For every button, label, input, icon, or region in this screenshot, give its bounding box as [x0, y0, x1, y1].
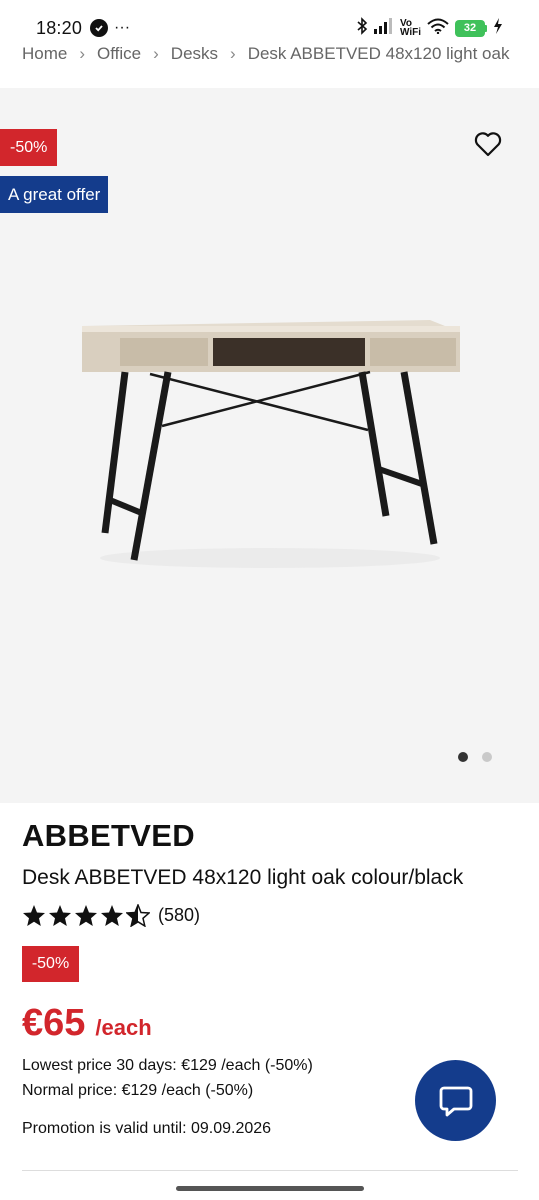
vowifi-indicator: Vo WiFi — [399, 19, 421, 38]
breadcrumb-separator: › — [79, 44, 86, 63]
favorite-button[interactable] — [470, 126, 506, 162]
product-brand: ABBETVED — [22, 818, 195, 853]
check-circle-icon — [90, 19, 109, 37]
star-icon — [23, 905, 45, 926]
battery-indicator: 32 — [455, 19, 487, 37]
bluetooth-icon — [356, 16, 368, 40]
divider — [22, 1170, 518, 1171]
rating-count[interactable]: (580) — [158, 905, 200, 926]
star-icon — [101, 905, 123, 926]
gallery-pagination[interactable] — [458, 752, 492, 762]
product-description: Desk ABBETVED 48x120 light oak colour/bl… — [22, 866, 464, 889]
gallery-dot-active[interactable] — [458, 752, 468, 762]
price-amount: €65 — [22, 1002, 86, 1044]
battery-level: 32 — [455, 19, 485, 37]
gallery-dot[interactable] — [482, 752, 492, 762]
breadcrumb-separator: › — [230, 44, 236, 63]
breadcrumb-home[interactable]: Home — [22, 44, 67, 64]
chat-button[interactable] — [415, 1060, 496, 1141]
promotion-validity: Promotion is valid until: 09.09.2026 — [22, 1120, 272, 1137]
star-icon — [49, 905, 71, 926]
breadcrumb-office[interactable]: Office — [97, 44, 141, 64]
star-half-icon — [126, 904, 150, 927]
rating[interactable]: (580) — [22, 904, 200, 927]
price-unit: /each — [95, 1015, 152, 1040]
price: €65 /each — [22, 1002, 152, 1045]
lowest-price-30-days: Lowest price 30 days: €129 /each (-50%) — [22, 1057, 313, 1074]
product-gallery[interactable]: -50% A great offer — [0, 88, 539, 803]
breadcrumb-current: Desk ABBETVED 48x120 light oak — [247, 44, 510, 63]
breadcrumb-desks[interactable]: Desks — [171, 44, 218, 64]
breadcrumb-separator: › — [153, 44, 159, 63]
home-indicator[interactable] — [176, 1186, 364, 1191]
vowifi-bottom: WiFi — [399, 27, 421, 38]
star-icon — [75, 905, 97, 926]
product-image — [82, 320, 460, 568]
star-rating — [22, 904, 150, 927]
discount-badge: -50% — [0, 129, 58, 166]
status-time: 18:20 — [36, 17, 83, 38]
wifi-icon — [427, 18, 449, 39]
status-more: ··· — [114, 19, 131, 36]
breadcrumb: Home › Office › Desks › Desk ABBETVED 48… — [0, 40, 539, 64]
offer-badge: A great offer — [0, 176, 109, 213]
status-icons: Vo WiFi 32 — [356, 16, 503, 40]
chat-bubble-icon — [439, 1086, 472, 1116]
discount-badge: -50% — [22, 946, 79, 982]
signal-icon — [373, 17, 394, 39]
charging-icon — [493, 17, 503, 39]
heart-outline-icon — [474, 132, 502, 157]
normal-price: Normal price: €129 /each (-50%) — [22, 1082, 254, 1099]
